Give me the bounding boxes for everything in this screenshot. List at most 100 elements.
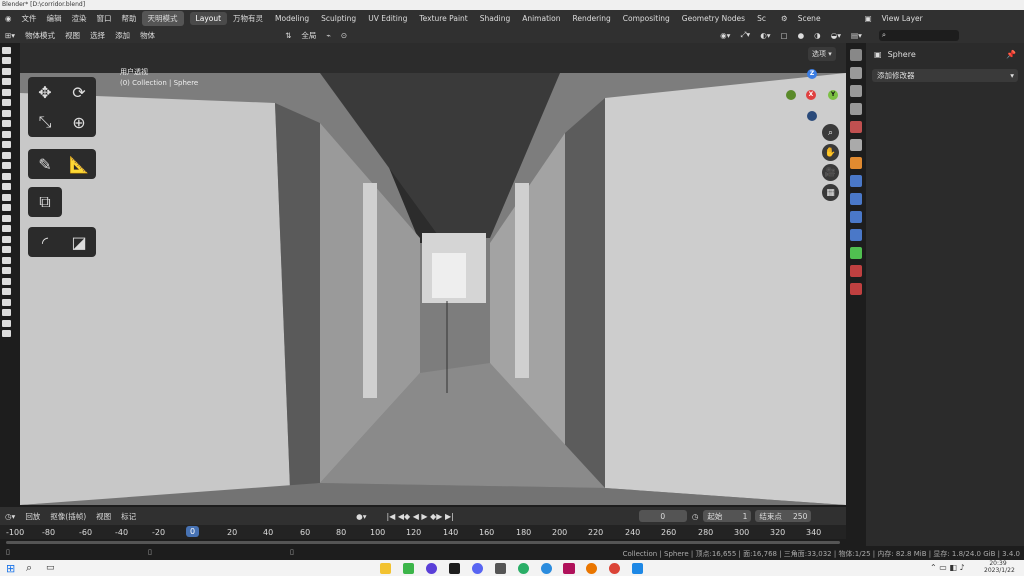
menu-playback[interactable]: 回放 [20, 511, 45, 522]
mode-button[interactable]: 天明模式 [141, 11, 184, 26]
gizmo-neg-y-axis[interactable] [786, 90, 796, 100]
menu-object[interactable]: 物体 [135, 30, 160, 41]
pin-icon[interactable]: 📌 [1006, 50, 1016, 59]
camera-icon[interactable] [2, 183, 11, 190]
gizmo-toggle-icon[interactable]: ⤢▾ [735, 30, 755, 40]
camera-icon[interactable] [2, 288, 11, 295]
physics-tab-icon[interactable] [850, 211, 862, 223]
menu-select[interactable]: 选择 [85, 30, 110, 41]
next-app-icon[interactable] [563, 563, 575, 574]
current-frame-field[interactable]: 0 [638, 510, 687, 522]
camera-icon[interactable] [2, 267, 11, 274]
start-frame-field[interactable]: 起始 1 [703, 510, 752, 522]
app-icon-blue[interactable] [541, 563, 552, 574]
menu-help[interactable]: 帮助 [117, 13, 142, 24]
world-tab-icon[interactable] [850, 139, 862, 151]
playback-controls[interactable]: |◀ ◀◆ ◀ ▶ ◆▶ ▶| [381, 512, 458, 521]
task-view-icon[interactable]: ▭ [46, 563, 55, 573]
rotate-tool-icon[interactable]: ⟳ [62, 77, 96, 107]
output-tab-icon[interactable] [850, 85, 862, 97]
app-icon-dark[interactable] [449, 563, 460, 574]
modifier-tab-icon[interactable] [850, 175, 862, 187]
shading-solid-icon[interactable]: ● [793, 31, 810, 40]
scale-tool-icon[interactable]: ⤡ [28, 107, 62, 137]
camera-icon[interactable] [2, 172, 11, 180]
camera-icon[interactable] [2, 309, 11, 316]
gizmo-neg-z-axis[interactable] [807, 111, 817, 121]
scene-tab-icon[interactable] [850, 121, 862, 133]
camera-icon[interactable] [2, 78, 11, 85]
snap-icon[interactable]: ⌁ [321, 31, 336, 40]
view-layer-label[interactable]: View Layer [877, 14, 928, 23]
tool-tab-icon[interactable] [850, 49, 862, 61]
camera-icon[interactable] [2, 57, 11, 64]
blender-taskbar-icon[interactable] [586, 563, 597, 574]
camera-icon[interactable] [2, 235, 11, 243]
timeline-ruler[interactable]: -100 -80 -60 -40 -20 0 20 40 60 80 100 1… [0, 525, 846, 539]
camera-icon[interactable] [2, 162, 11, 169]
proportional-edit-icon[interactable]: ⊙ [336, 31, 352, 40]
transform-tool-icon[interactable]: ⊕ [62, 107, 96, 137]
zoom-icon[interactable]: ⌕ [822, 124, 839, 141]
app-icon-b[interactable] [632, 563, 643, 574]
overlay-toggle-icon[interactable]: ◐▾ [755, 31, 775, 40]
discord-icon[interactable] [472, 563, 483, 574]
add-modifier-dropdown[interactable]: 添加修改器 ▾ [872, 69, 1018, 82]
scene-icon[interactable]: ⚙ [776, 14, 793, 23]
tab-uv-editing[interactable]: UV Editing [362, 12, 413, 25]
timeline-editor-icon[interactable]: ◷▾ [0, 512, 20, 521]
app-icon-green[interactable] [403, 563, 414, 574]
camera-icon[interactable] [2, 120, 11, 127]
camera-icon[interactable] [2, 214, 11, 222]
clock[interactable]: 20:39 2023/1/22 [984, 560, 1015, 574]
chrome-icon[interactable] [609, 563, 620, 574]
timeline-scrollbar[interactable] [0, 539, 846, 546]
menu-timeline-view[interactable]: 视图 [91, 511, 116, 522]
tab-animation[interactable]: Animation [516, 12, 566, 25]
camera-icon[interactable] [2, 193, 11, 201]
ortho-grid-icon[interactable]: ▦ [822, 184, 839, 201]
menu-window[interactable]: 窗口 [92, 13, 117, 24]
annotate-tool-icon[interactable]: ✎ [28, 149, 62, 179]
view-layer-tab-icon[interactable] [850, 103, 862, 115]
particles-tab-icon[interactable] [850, 193, 862, 205]
shading-render-icon[interactable]: ◒▾ [826, 31, 846, 40]
camera-icon[interactable] [2, 330, 11, 337]
object-tab-icon[interactable] [850, 157, 862, 169]
options-dropdown[interactable]: 选项 ▾ [808, 47, 836, 61]
camera-icon[interactable] [2, 225, 11, 232]
camera-icon[interactable] [2, 130, 11, 138]
view-layer-icon[interactable]: ▣ [860, 14, 877, 23]
menu-marker[interactable]: 标记 [116, 511, 141, 522]
camera-icon[interactable] [2, 67, 11, 75]
transform-orientation-select[interactable]: 全局 [296, 30, 321, 41]
camera-icon[interactable] [2, 298, 11, 306]
move-tool-icon[interactable]: ✥ [28, 77, 62, 107]
blender-logo-icon[interactable]: ◉ [0, 14, 17, 23]
editor-type-icon[interactable]: ⊞▾ [0, 31, 20, 40]
camera-icon[interactable] [2, 99, 11, 106]
gizmo-y-axis[interactable]: Y [828, 90, 838, 100]
tab-modeling[interactable]: Modeling [269, 12, 315, 25]
camera-icon[interactable] [2, 256, 11, 264]
app-icon-purple[interactable] [426, 563, 437, 574]
bevel-tool-icon[interactable]: ◜ [28, 227, 62, 257]
camera-icon[interactable] [2, 88, 11, 96]
camera-icon[interactable] [2, 319, 11, 327]
file-explorer-icon[interactable] [380, 563, 391, 574]
3d-viewport[interactable]: 用户透视 (0) Collection | Sphere ✥ ⟳ ⤡ ⊕ ✎ 📐 ⧉ … [20, 43, 846, 505]
gizmo-z-axis[interactable]: Z [807, 69, 817, 79]
tab-rendering[interactable]: Rendering [566, 12, 616, 25]
constraints-tab-icon[interactable] [850, 229, 862, 241]
tab-compositing[interactable]: Compositing [617, 12, 676, 25]
render-tab-icon[interactable] [850, 67, 862, 79]
gizmo-x-axis[interactable]: X [806, 90, 816, 100]
properties-search-input[interactable]: ⌕ [878, 29, 959, 41]
playhead-frame[interactable]: 0 [186, 526, 200, 537]
windows-start-icon[interactable]: ⊞ [6, 562, 15, 575]
object-name[interactable]: Sphere [888, 50, 916, 59]
inset-tool-icon[interactable]: ◪ [62, 227, 96, 257]
menu-keying[interactable]: 抠像(插帧) [45, 511, 91, 522]
menu-add[interactable]: 添加 [110, 30, 135, 41]
camera-icon[interactable] [2, 277, 11, 285]
